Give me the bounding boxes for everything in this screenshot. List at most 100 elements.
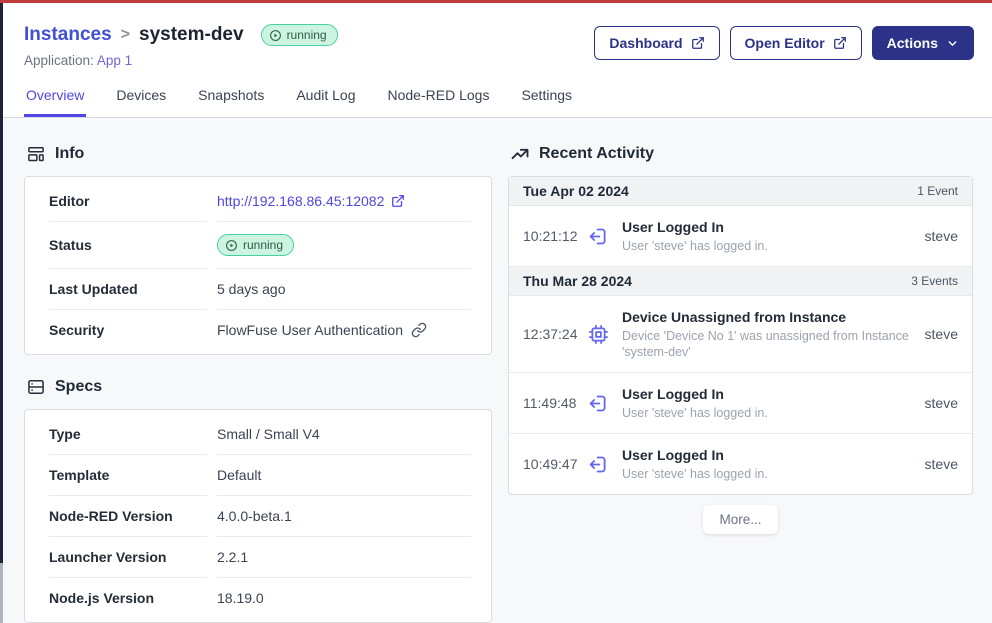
specs-template-label: Template — [49, 455, 207, 496]
status-badge-label: running — [243, 238, 283, 252]
specs-section-heading: Specs — [26, 377, 492, 397]
activity-event-count: 1 Event — [917, 184, 958, 198]
activity-panel: Tue Apr 02 2024 1 Event 10:21:12 User Lo… — [508, 176, 973, 495]
info-section-title: Info — [55, 145, 84, 163]
editor-url-link[interactable]: http://192.168.86.45:12082 — [217, 193, 405, 209]
open-editor-button[interactable]: Open Editor — [730, 26, 862, 60]
dashboard-button-label: Dashboard — [609, 35, 682, 51]
info-section-heading: Info — [26, 144, 492, 164]
tab-devices[interactable]: Devices — [114, 87, 168, 117]
activity-event-row[interactable]: 11:49:48 User Logged In User 'steve' has… — [509, 373, 972, 434]
login-icon — [588, 393, 609, 414]
activity-event-row[interactable]: 10:21:12 User Logged In User 'steve' has… — [509, 206, 972, 267]
event-description: User 'steve' has logged in. — [622, 466, 915, 482]
open-editor-button-label: Open Editor — [745, 35, 825, 51]
event-title: User Logged In — [622, 446, 915, 464]
specs-panel: Type Small / Small V4 Template Default N… — [24, 409, 492, 623]
application-row: Application: App 1 — [24, 53, 338, 68]
link-icon[interactable] — [411, 322, 427, 338]
specs-type-value: Small / Small V4 — [217, 414, 471, 455]
status-badge: running — [261, 24, 338, 46]
chip-icon — [588, 324, 609, 345]
event-time: 12:37:24 — [523, 326, 585, 342]
tab-audit-log[interactable]: Audit Log — [294, 87, 357, 117]
right-column: Recent Activity Tue Apr 02 2024 1 Event … — [508, 118, 973, 623]
login-icon — [588, 226, 609, 247]
specs-nodejs-version-value: 18.19.0 — [217, 578, 471, 618]
specs-type-label: Type — [49, 414, 207, 455]
event-description: Device 'Device No 1' was unassigned from… — [622, 328, 915, 360]
info-last-updated-value: 5 days ago — [217, 269, 471, 310]
chevron-down-icon — [946, 37, 959, 50]
info-security-label: Security — [49, 310, 207, 350]
specs-launcher-version-label: Launcher Version — [49, 537, 207, 578]
info-panel: Editor http://192.168.86.45:12082 Status… — [24, 176, 492, 355]
specs-section-title: Specs — [55, 378, 102, 396]
window-accent-line — [0, 0, 992, 3]
activity-event-row[interactable]: 12:37:24 Device Unassigned from Instance… — [509, 296, 972, 373]
application-link[interactable]: App 1 — [97, 53, 132, 68]
editor-url-text: http://192.168.86.45:12082 — [217, 193, 384, 209]
trending-up-icon — [510, 144, 530, 164]
activity-date: Tue Apr 02 2024 — [523, 183, 629, 199]
page-header: Instances > system-dev running Applicati… — [0, 0, 992, 68]
tab-settings[interactable]: Settings — [519, 87, 574, 117]
external-link-icon — [391, 194, 405, 208]
status-badge-label: running — [287, 28, 327, 42]
sidebar-edge — [0, 3, 3, 563]
tab-bar: Overview Devices Snapshots Audit Log Nod… — [0, 87, 992, 118]
login-icon — [588, 454, 609, 475]
more-button[interactable]: More... — [703, 505, 777, 534]
activity-date-header: Tue Apr 02 2024 1 Event — [509, 177, 972, 206]
external-link-icon — [833, 36, 847, 50]
application-label: Application: — [24, 53, 94, 68]
info-editor-label: Editor — [49, 181, 207, 222]
activity-section-title: Recent Activity — [539, 145, 654, 163]
breadcrumb-separator: > — [121, 26, 130, 44]
breadcrumb: Instances > system-dev running — [24, 24, 338, 46]
event-time: 11:49:48 — [523, 395, 585, 411]
info-last-updated-label: Last Updated — [49, 269, 207, 310]
activity-event-count: 3 Events — [911, 274, 958, 288]
sidebar-edge-tail — [0, 563, 3, 623]
event-title: User Logged In — [622, 218, 915, 236]
event-time: 10:49:47 — [523, 456, 585, 472]
play-circle-icon — [269, 29, 282, 42]
page-title: system-dev — [139, 24, 244, 46]
event-time: 10:21:12 — [523, 228, 585, 244]
dashboard-button[interactable]: Dashboard — [594, 26, 719, 60]
actions-button-label: Actions — [887, 35, 938, 51]
tab-node-red-logs[interactable]: Node-RED Logs — [386, 87, 492, 117]
event-user: steve — [925, 228, 958, 244]
breadcrumb-instances-link[interactable]: Instances — [24, 24, 112, 46]
event-user: steve — [925, 326, 958, 342]
event-user: steve — [925, 456, 958, 472]
specs-nodered-version-value: 4.0.0-beta.1 — [217, 496, 471, 537]
specs-template-value: Default — [217, 455, 471, 496]
event-title: Device Unassigned from Instance — [622, 308, 915, 326]
activity-event-row[interactable]: 10:49:47 User Logged In User 'steve' has… — [509, 434, 972, 494]
tab-overview[interactable]: Overview — [24, 87, 86, 117]
left-column: Info Editor http://192.168.86.45:12082 S… — [24, 118, 492, 623]
specs-nodered-version-label: Node-RED Version — [49, 496, 207, 537]
activity-date-header: Thu Mar 28 2024 3 Events — [509, 267, 972, 296]
info-status-label: Status — [49, 222, 207, 269]
activity-date: Thu Mar 28 2024 — [523, 273, 632, 289]
info-security-value: FlowFuse User Authentication — [217, 322, 403, 338]
status-badge: running — [217, 234, 294, 256]
event-title: User Logged In — [622, 385, 915, 403]
event-description: User 'steve' has logged in. — [622, 405, 915, 421]
actions-button[interactable]: Actions — [872, 26, 974, 60]
event-user: steve — [925, 395, 958, 411]
external-link-icon — [691, 36, 705, 50]
server-icon — [26, 377, 46, 397]
template-icon — [26, 144, 46, 164]
event-description: User 'steve' has logged in. — [622, 238, 915, 254]
specs-launcher-version-value: 2.2.1 — [217, 537, 471, 578]
tab-snapshots[interactable]: Snapshots — [196, 87, 266, 117]
specs-nodejs-version-label: Node.js Version — [49, 578, 207, 618]
activity-section-heading: Recent Activity — [510, 144, 973, 164]
header-actions: Dashboard Open Editor Actions — [594, 26, 974, 60]
play-circle-icon — [225, 239, 238, 252]
overview-content: Info Editor http://192.168.86.45:12082 S… — [0, 118, 992, 623]
